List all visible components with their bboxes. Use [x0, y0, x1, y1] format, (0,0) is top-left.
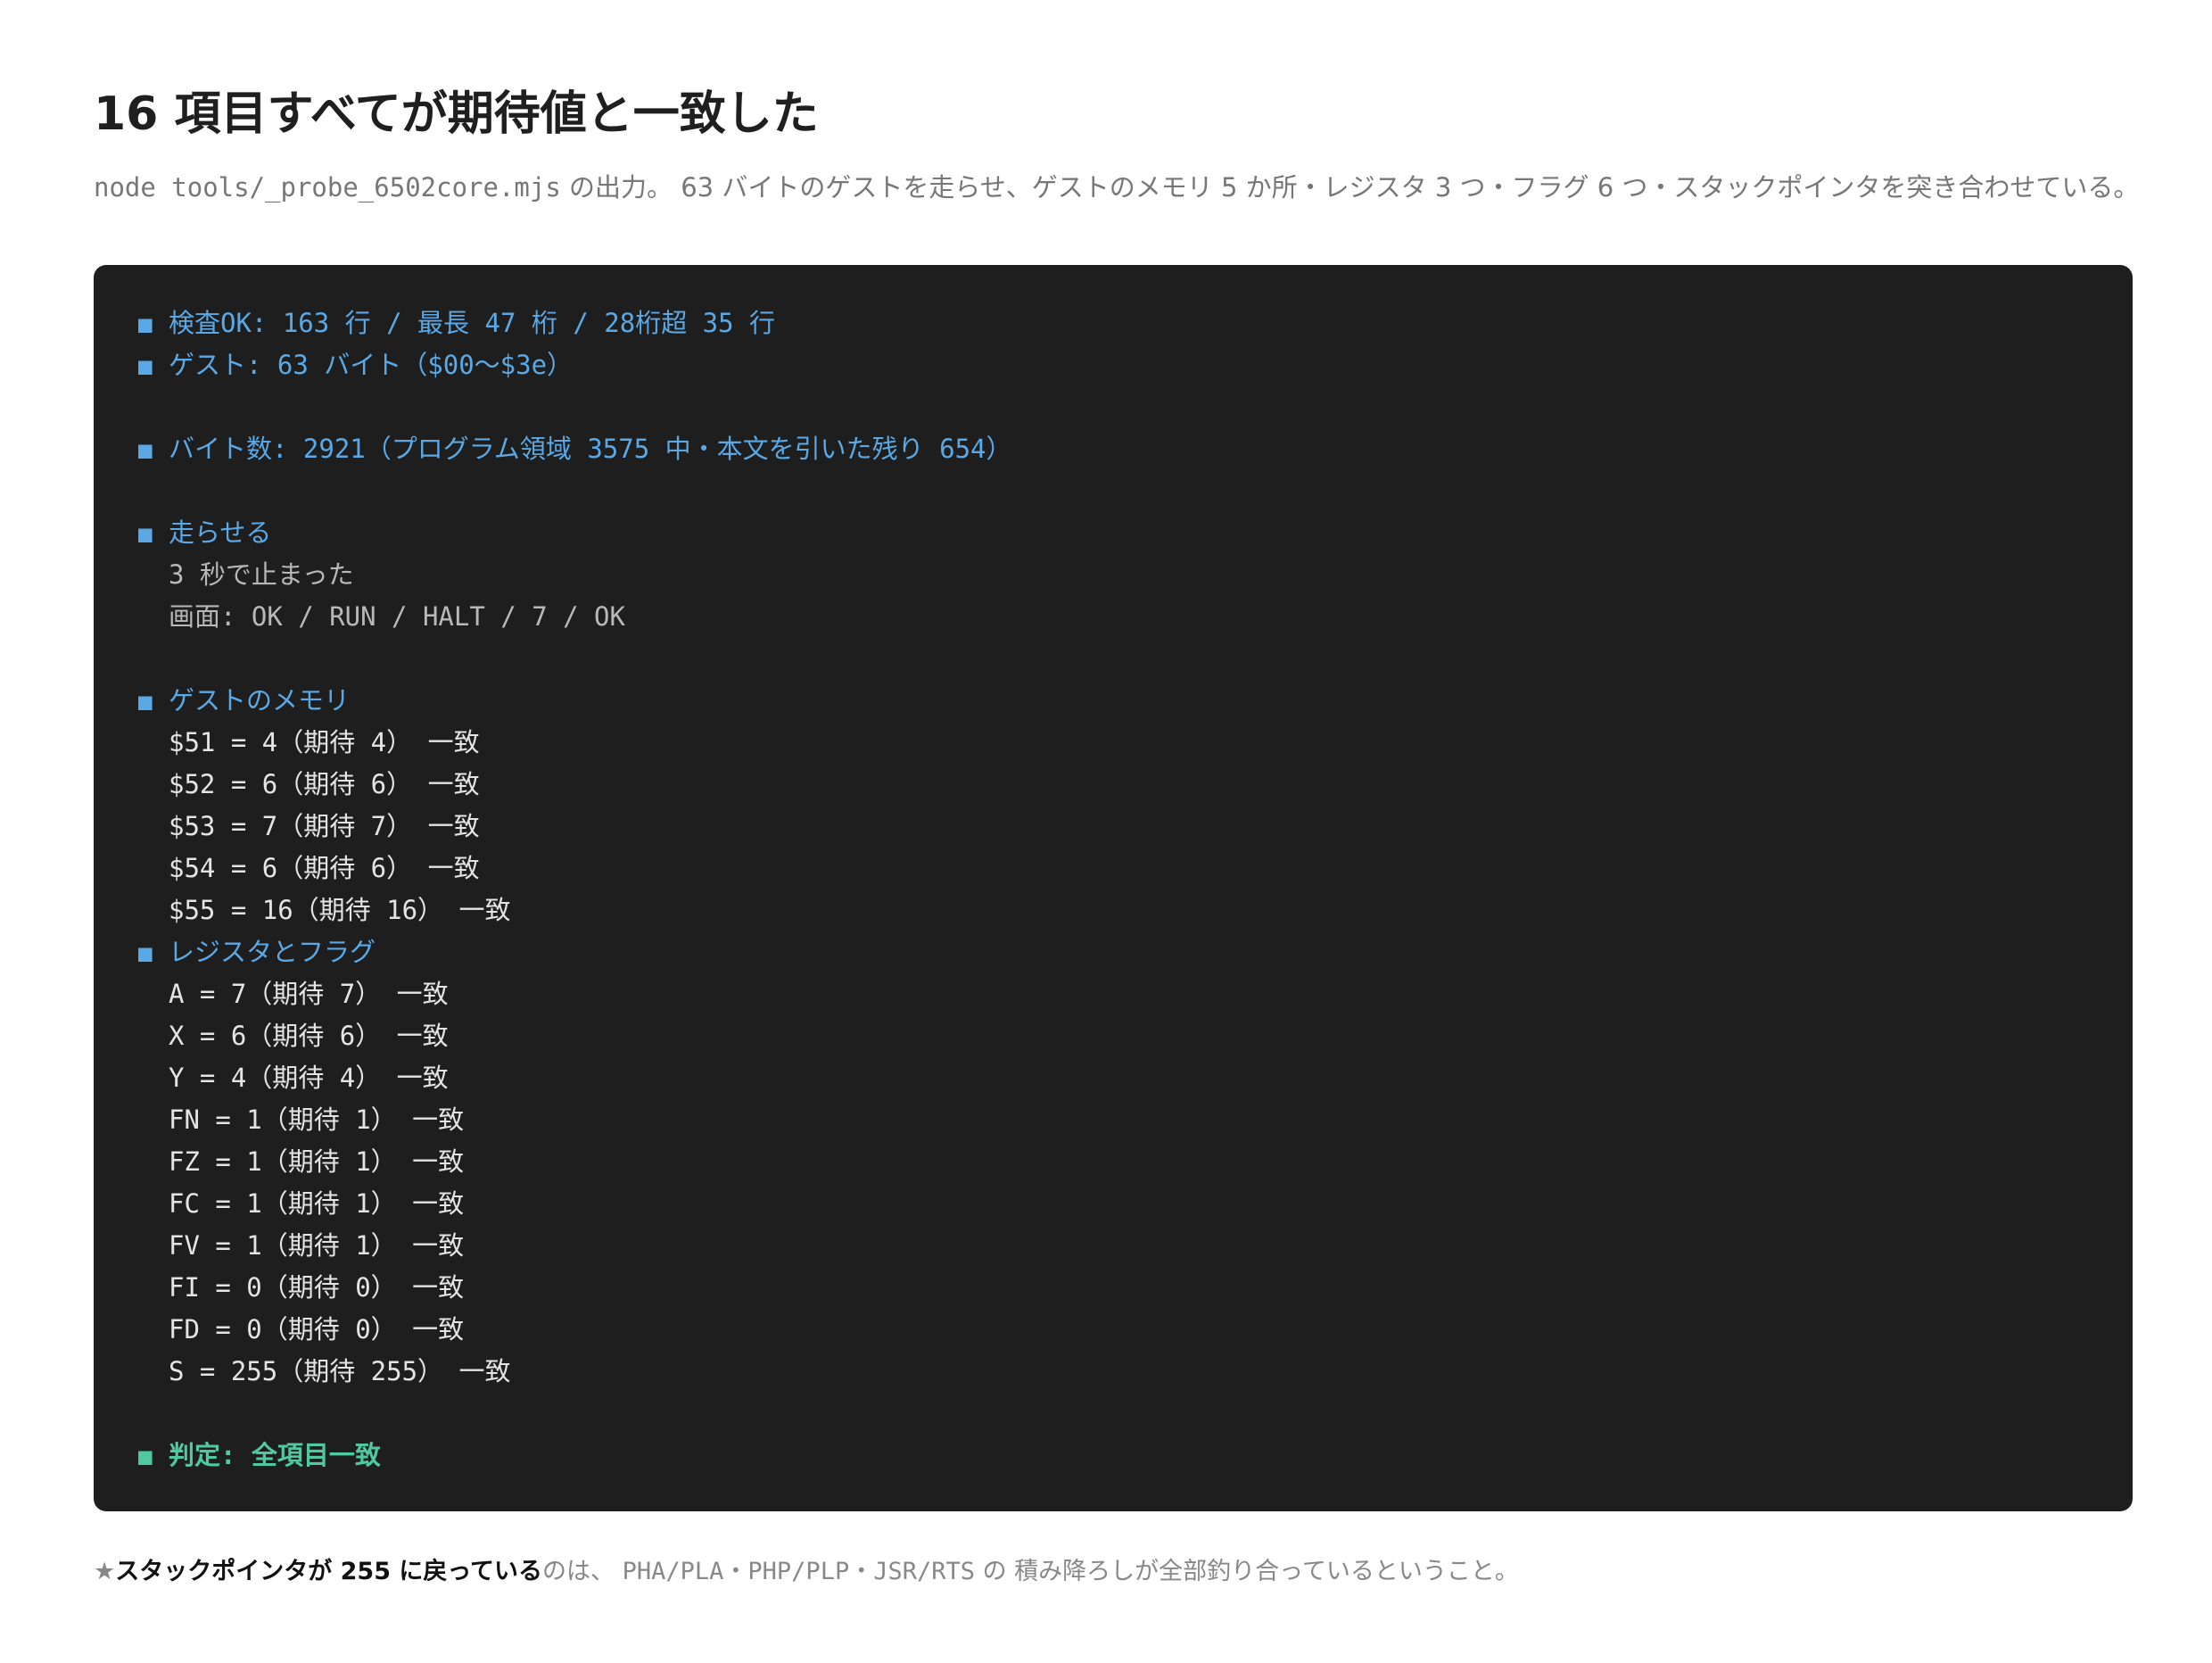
terminal-output: ■ 検査OK: 163 行 / 最長 47 桁 / 28桁超 35 行 ■ ゲスト:…	[94, 265, 2133, 1511]
footer-text: のは、	[542, 1558, 623, 1585]
guest-line: ■ ゲスト: 63 バイト（$00〜$3e）	[138, 344, 2088, 386]
footer-bold-text: スタックポインタが 255 に戻っている	[115, 1558, 543, 1585]
footer-code: PHA/PLA・PHP/PLP・JSR/RTS	[622, 1558, 975, 1585]
flag-row: FZ = 1（期待 1） 一致	[169, 1146, 465, 1177]
verdict-line: ■ 判定: 全項目一致	[138, 1435, 2088, 1477]
bullet-square-icon: ■	[138, 1444, 153, 1470]
stack-pointer-row: S = 255（期待 255） 一致	[169, 1356, 511, 1386]
memory-row: $54 = 6（期待 6） 一致	[169, 853, 480, 883]
bullet-square-icon: ■	[138, 689, 153, 716]
subtitle-text: の出力。 63 バイトのゲストを走らせ、ゲストのメモリ 5 か所・レジスタ 3 …	[560, 172, 2140, 203]
bullet-square-icon: ■	[138, 353, 153, 380]
register-row: A = 7（期待 7） 一致	[169, 979, 449, 1009]
page-title: 16 項目すべてが期待値と一致した	[94, 87, 819, 141]
registers-heading: ■ レジスタとフラグ	[138, 931, 2088, 973]
bullet-square-icon: ■	[138, 437, 153, 464]
page-subtitle: node tools/_probe_6502core.mjs の出力。 63 バ…	[94, 168, 2139, 207]
run-line: 画面: OK / RUN / HALT / 7 / OK	[169, 601, 625, 632]
bytes-line: ■ バイト数: 2921（プログラム領域 3575 中・本文を引いた残り 654）	[138, 428, 2088, 470]
memory-row: $55 = 16（期待 16） 一致	[169, 895, 511, 925]
run-line: 3 秒で止まった	[169, 559, 354, 590]
footer-note: ★スタックポインタが 255 に戻っているのは、 PHA/PLA・PHP/PLP…	[94, 1552, 1519, 1592]
check-line: ■ 検査OK: 163 行 / 最長 47 桁 / 28桁超 35 行	[138, 302, 2088, 344]
star-icon: ★	[94, 1558, 116, 1585]
flag-row: FI = 0（期待 0） 一致	[169, 1272, 465, 1303]
command-text: node tools/_probe_6502core.mjs	[94, 172, 561, 203]
footer-text: の 積み降ろしが全部釣り合っているということ。	[975, 1558, 1519, 1585]
bullet-square-icon: ■	[138, 311, 153, 338]
run-heading: ■ 走らせる	[138, 512, 2088, 554]
memory-row: $51 = 4（期待 4） 一致	[169, 727, 480, 757]
memory-heading: ■ ゲストのメモリ	[138, 680, 2088, 722]
flag-row: FN = 1（期待 1） 一致	[169, 1105, 465, 1135]
flag-row: FV = 1（期待 1） 一致	[169, 1230, 465, 1261]
flag-row: FD = 0（期待 0） 一致	[169, 1314, 465, 1344]
bullet-square-icon: ■	[138, 521, 153, 548]
flag-row: FC = 1（期待 1） 一致	[169, 1188, 465, 1219]
memory-row: $52 = 6（期待 6） 一致	[169, 769, 480, 799]
register-row: Y = 4（期待 4） 一致	[169, 1063, 449, 1093]
memory-row: $53 = 7（期待 7） 一致	[169, 811, 480, 841]
bullet-square-icon: ■	[138, 940, 153, 967]
register-row: X = 6（期待 6） 一致	[169, 1021, 449, 1051]
